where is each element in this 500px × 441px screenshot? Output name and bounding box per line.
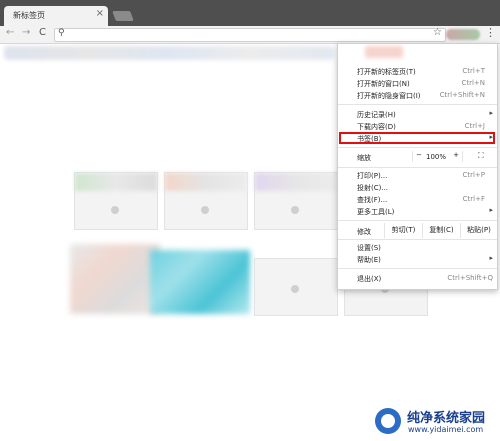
edit-label: 修改 [357,228,371,236]
tile-thumbnail [255,173,337,191]
menu-item-shortcut: Ctrl+Shift+N [439,91,485,99]
red-highlight-box [339,132,495,144]
chevron-right-icon: ▸ [489,206,493,214]
tab-strip: 新标签页 × [0,0,500,26]
zoom-out-button[interactable]: − [412,151,425,162]
zoom-in-button[interactable]: + [450,151,463,162]
menu-item-new-tab[interactable]: 打开新的标签页(T) Ctrl+T [338,66,497,77]
bookmarks-bar [4,46,334,60]
menu-divider [338,268,497,269]
menu-item-settings[interactable]: 设置(S) [338,242,497,253]
extension-icons[interactable] [446,29,480,40]
chrome-menu: 打开新的标签页(T) Ctrl+T 打开新的窗口(N) Ctrl+N 打开新的隐… [337,43,498,290]
menu-item-label: 设置(S) [357,244,381,252]
zoom-row: 缩放 − 100% + ⛶ [338,150,497,164]
most-visited-tile[interactable] [254,172,338,230]
new-tab-button[interactable] [112,11,134,21]
watermark-text: 纯净系统家园 [407,411,486,426]
back-icon[interactable]: ← [6,27,14,38]
bookmark-star-icon[interactable]: ☆ [433,27,442,38]
tab-new-tab[interactable]: 新标签页 × [4,6,108,26]
menu-item-exit[interactable]: 退出(X) Ctrl+Shift+Q [338,273,497,284]
menu-item-find[interactable]: 查找(F)... Ctrl+F [338,194,497,205]
menu-divider [338,147,497,148]
tile-icon [201,206,209,214]
most-visited-tile[interactable] [70,244,160,314]
most-visited-tile[interactable] [150,250,250,314]
menu-item-label: 查找(F)... [357,196,388,204]
paste-button[interactable]: 粘贴(P) [460,223,497,238]
watermark: 纯净系统家园 www.yidaimei.com [375,406,497,436]
fullscreen-icon[interactable]: ⛶ [478,151,484,161]
menu-item-cast[interactable]: 投射(C)... [338,182,497,193]
menu-item-history[interactable]: 历史记录(H) ▸ [338,109,497,120]
most-visited-tile[interactable] [74,172,158,230]
tile-thumbnail [165,173,247,191]
menu-divider [338,104,497,105]
menu-divider [338,220,497,221]
most-visited-tile[interactable] [164,172,248,230]
menu-item-label: 打开新的窗口(N) [357,80,410,88]
menu-item-label: 打印(P)... [357,172,388,180]
menu-item-shortcut: Ctrl+N [461,79,485,87]
menu-item-downloads[interactable]: 下载内容(D) Ctrl+J [338,121,497,132]
chevron-right-icon: ▸ [489,254,493,262]
menu-divider [338,239,497,240]
watermark-logo-icon [375,408,401,434]
forward-icon[interactable]: → [22,27,30,38]
menu-icon[interactable]: ⋮ [485,26,496,39]
zoom-value: 100% [426,153,447,161]
cut-button[interactable]: 剪切(T) [384,223,422,238]
menu-item-label: 打开新的标签页(T) [357,68,416,76]
menu-item-label: 更多工具(L) [357,208,395,216]
zoom-label: 缩放 [357,154,371,162]
menu-item-label: 历史记录(H) [357,111,396,119]
menu-item-label: 下载内容(D) [357,123,396,131]
edit-row: 修改 剪切(T) 复制(C) 粘贴(P) [338,223,497,238]
menu-item-incognito[interactable]: 打开新的隐身窗口(I) Ctrl+Shift+N [338,90,497,101]
tile-icon [111,206,119,214]
menu-item-label: 打开新的隐身窗口(I) [357,92,421,100]
tab-title: 新标签页 [13,11,45,20]
tile-icon [291,285,299,293]
address-bar[interactable]: ⚲ [54,28,446,42]
chevron-right-icon: ▸ [489,109,493,117]
watermark-url: www.yidaimei.com [408,425,484,434]
menu-header-blur [365,46,403,58]
menu-item-more-tools[interactable]: 更多工具(L) ▸ [338,206,497,217]
menu-item-shortcut: Ctrl+P [462,171,485,179]
menu-item-print[interactable]: 打印(P)... Ctrl+P [338,170,497,181]
menu-item-label: 投射(C)... [357,184,389,192]
menu-item-help[interactable]: 帮助(E) ▸ [338,254,497,265]
menu-item-shortcut: Ctrl+J [464,122,485,130]
reload-icon[interactable]: C [39,27,46,38]
toolbar: ← → C ⚲ ☆ ⋮ [0,26,500,44]
close-icon[interactable]: × [96,8,104,19]
menu-item-shortcut: Ctrl+F [462,195,485,203]
menu-item-new-window[interactable]: 打开新的窗口(N) Ctrl+N [338,78,497,89]
copy-button[interactable]: 复制(C) [422,223,460,238]
most-visited-tile[interactable] [254,258,338,316]
browser-window: 新标签页 × ← → C ⚲ ☆ ⋮ 打开新的标签页(T) Ctrl+T 打开新… [0,0,500,441]
menu-item-label: 退出(X) [357,275,382,283]
tile-icon [291,206,299,214]
menu-item-label: 帮助(E) [357,256,381,264]
search-icon: ⚲ [58,28,65,38]
menu-divider [338,167,497,168]
menu-item-shortcut: Ctrl+T [462,67,485,75]
tile-thumbnail [75,173,157,191]
menu-item-shortcut: Ctrl+Shift+Q [447,274,493,282]
